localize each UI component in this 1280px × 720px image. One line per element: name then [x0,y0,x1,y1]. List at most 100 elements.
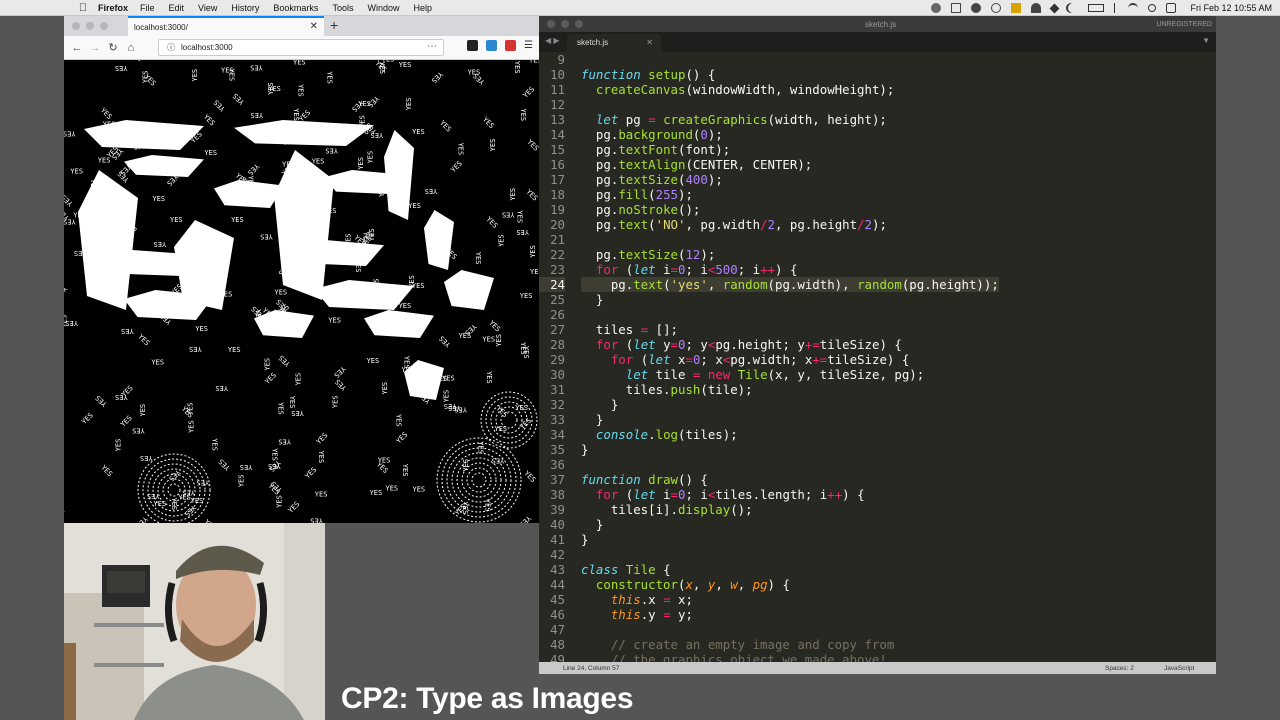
tab-nav-arrows-icon[interactable]: ◀ ▶ [545,36,560,45]
extension-red-icon[interactable] [505,40,517,51]
browser-tab[interactable]: localhost:3000/ ✕ [128,16,324,36]
code-line[interactable]: // create an empty image and copy from [581,637,999,652]
sublime-close-button[interactable] [547,20,555,28]
sublime-minimize-button[interactable] [561,20,569,28]
tab-dropdown-icon[interactable]: ▼ [1202,36,1210,45]
code-line[interactable]: pg.background(0); [581,127,999,142]
code-line[interactable]: class Tile { [581,562,999,577]
code-line[interactable]: } [581,412,999,427]
syntax-setting[interactable]: JavaScript [1164,665,1194,672]
bluetooth-icon[interactable] [1114,3,1118,13]
p5-canvas[interactable]: YES YES YES YES YES YES YES YES YES YES YES YES YES Y… [64,60,539,523]
code-line[interactable]: this.x = x; [581,592,999,607]
menu-bookmarks[interactable]: Bookmarks [273,3,318,13]
code-line[interactable]: for (let y=0; y<pg.height; y+=tileSize) … [581,337,999,352]
canvas-yes-word: YES [522,469,537,484]
code-token: for [595,337,619,352]
search-icon[interactable] [1148,4,1157,12]
menu-window[interactable]: Window [367,3,399,13]
canvas-yes-word: YES [64,503,67,518]
menu-history[interactable]: History [231,3,259,13]
dropbox-icon[interactable] [1050,3,1060,13]
code-line[interactable]: // the graphics object we made above! [581,652,999,662]
code-line[interactable]: tiles = []; [581,322,999,337]
extension-g-icon[interactable] [467,40,479,51]
reload-icon[interactable]: ↻ [104,41,122,54]
code-line[interactable]: pg.textSize(400); [581,172,999,187]
code-line[interactable]: } [581,292,999,307]
apple-icon[interactable]:  [76,2,90,14]
code-line[interactable]: for (let x=0; x<pg.width; x+=tileSize) { [581,352,999,367]
indentation-setting[interactable]: Spaces: 2 [1105,665,1134,672]
code-line[interactable] [581,52,999,67]
code-token: for [595,487,619,502]
code-line[interactable] [581,457,999,472]
code-line[interactable]: function draw() { [581,472,999,487]
zoom-window-button[interactable] [100,22,108,30]
home-icon[interactable]: ⌂ [122,42,140,54]
code-line[interactable]: let pg = createGraphics(width, height); [581,112,999,127]
code-line[interactable] [581,547,999,562]
code-line[interactable]: constructor(x, y, w, pg) { [581,577,999,592]
status-icon-3[interactable] [971,3,982,13]
code-line[interactable]: } [581,397,999,412]
code-line[interactable] [581,232,999,247]
back-icon[interactable]: ← [68,42,86,54]
status-icon-2[interactable] [951,3,962,13]
code-token: , [715,577,731,592]
code-line[interactable]: pg.textAlign(CENTER, CENTER); [581,157,999,172]
code-token: ; x [700,352,723,367]
url-bar[interactable]: ⓘ localhost:3000 ⋯ [158,39,444,56]
code-line[interactable]: console.log(tiles); [581,427,999,442]
code-line[interactable]: for (let i=0; i<tiles.length; i++) { [581,487,999,502]
close-tab-icon[interactable]: ✕ [310,21,318,32]
wifi-icon[interactable] [1128,3,1139,13]
menu-clock[interactable]: Fri Feb 12 10:55 AM [1190,3,1272,13]
status-icon-1[interactable] [931,3,942,13]
hamburger-menu-icon[interactable]: ☰ [524,40,533,51]
close-window-button[interactable] [72,22,80,30]
code-line[interactable]: let tile = new Tile(x, y, tileSize, pg); [581,367,999,382]
menu-edit[interactable]: Edit [169,3,185,13]
new-tab-button[interactable]: + [330,17,338,33]
code-line[interactable]: pg.textFont(font); [581,142,999,157]
code-line[interactable] [581,97,999,112]
code-line[interactable]: for (let i=0; i<500; i++) { [581,262,999,277]
extension-blue-icon[interactable] [486,40,498,51]
code-line[interactable]: pg.noStroke(); [581,202,999,217]
code-line[interactable]: function setup() { [581,67,999,82]
sketch-tab[interactable]: sketch.js ✕ [567,34,661,52]
code-line[interactable]: pg.text('NO', pg.width/2, pg.height/2); [581,217,999,232]
page-actions-icon[interactable]: ⋯ [427,41,437,52]
code-line[interactable] [581,622,999,637]
app-menu[interactable]: Firefox [98,3,128,13]
status-icon-5[interactable] [1011,3,1022,13]
code-line[interactable]: pg.text('yes', random(pg.width), random(… [581,277,999,292]
code-editor[interactable]: 9 10 11 12 13 14 15 16 17 18 19 20 21 22 23 24 25 26 27 28 2… [539,52,1216,662]
menu-help[interactable]: Help [413,3,432,13]
code-line[interactable]: } [581,517,999,532]
code-line[interactable]: pg.fill(255); [581,187,999,202]
control-center-icon[interactable] [1166,3,1177,13]
code-line[interactable]: } [581,442,999,457]
status-icon-4[interactable] [991,3,1002,13]
code-line[interactable]: } [581,532,999,547]
code-line[interactable]: tiles[i].display(); [581,502,999,517]
moon-icon[interactable] [1068,3,1078,13]
sublime-zoom-button[interactable] [575,20,583,28]
code-line[interactable]: createCanvas(windowWidth, windowHeight); [581,82,999,97]
menu-file[interactable]: File [140,3,155,13]
battery-icon[interactable] [1088,4,1105,12]
code-line[interactable]: this.y = y; [581,607,999,622]
status-icon-6[interactable] [1031,3,1042,13]
menu-tools[interactable]: Tools [332,3,353,13]
code-line[interactable] [581,307,999,322]
code-area[interactable]: function setup() { createCanvas(windowWi… [581,52,999,662]
info-icon[interactable]: ⓘ [167,42,175,53]
menu-view[interactable]: View [198,3,217,13]
minimize-window-button[interactable] [86,22,94,30]
forward-icon[interactable]: → [86,42,104,54]
code-line[interactable]: pg.textSize(12); [581,247,999,262]
code-line[interactable]: tiles.push(tile); [581,382,999,397]
close-tab-icon[interactable]: ✕ [646,38,653,47]
